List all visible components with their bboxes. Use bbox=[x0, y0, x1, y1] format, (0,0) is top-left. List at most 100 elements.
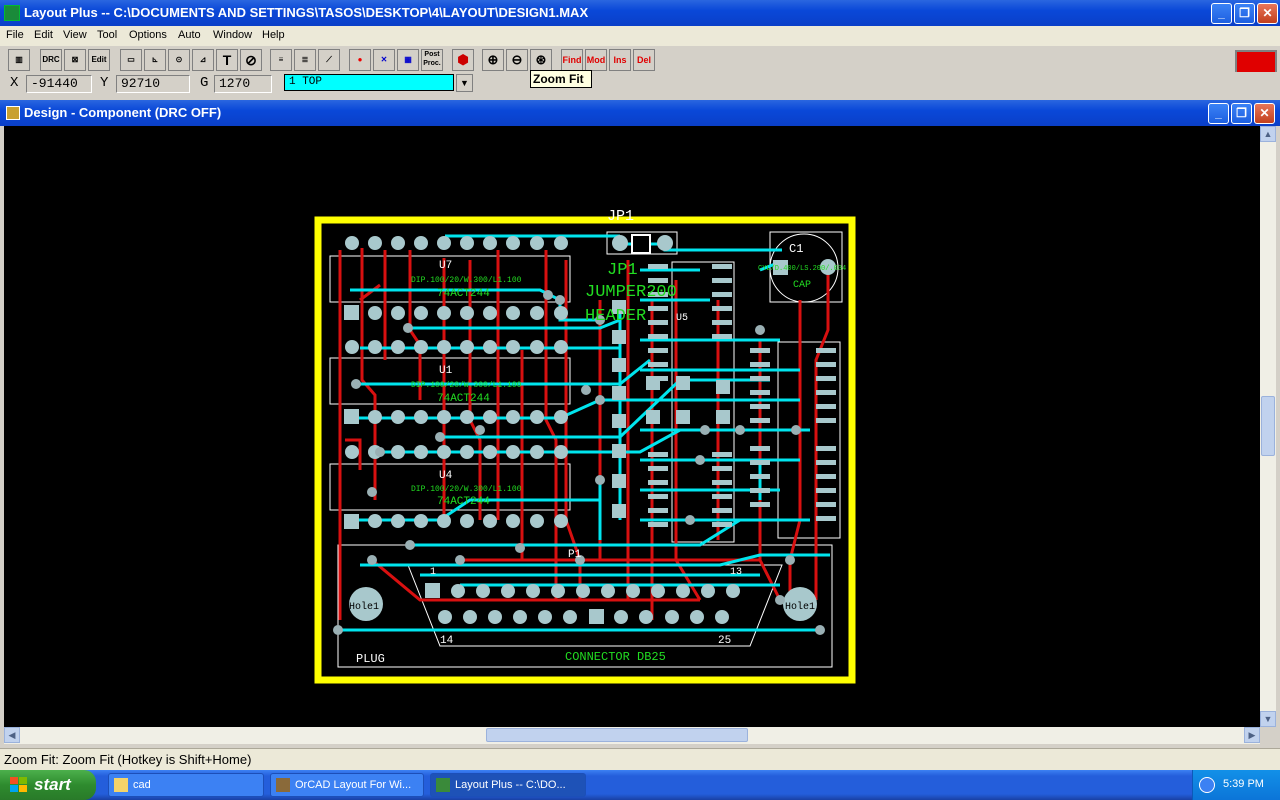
scroll-down-icon[interactable]: ▼ bbox=[1260, 711, 1276, 727]
db25-row2 bbox=[438, 609, 729, 624]
u4-part: 74ACT244 bbox=[437, 496, 490, 508]
spreadsheet-icon[interactable]: ▦ bbox=[397, 49, 419, 71]
tray-arrow-icon[interactable] bbox=[1199, 777, 1215, 793]
p1-outline bbox=[337, 544, 833, 668]
menu-options[interactable]: Options bbox=[129, 29, 167, 41]
error-tool-icon[interactable]: ⊘ bbox=[240, 49, 262, 71]
y-label: Y bbox=[100, 75, 109, 91]
taskbar-button-orcad[interactable]: OrCAD Layout For Wi... bbox=[270, 773, 424, 797]
taskbar: start cad OrCAD Layout For Wi... Layout … bbox=[0, 770, 1280, 800]
menu-bar: File Edit View Tool Options Auto Window … bbox=[0, 26, 1280, 46]
obstacle-tool-icon[interactable]: ⊙ bbox=[168, 49, 190, 71]
p1-ref: P1 bbox=[568, 549, 582, 561]
minimize-button[interactable]: _ bbox=[1211, 3, 1232, 24]
scroll-up-icon[interactable]: ▲ bbox=[1260, 126, 1276, 142]
app-title: Layout Plus -- C:\DOCUMENTS AND SETTINGS… bbox=[24, 5, 589, 20]
restore-button[interactable]: ❐ bbox=[1234, 3, 1255, 24]
status-text: Zoom Fit: Zoom Fit (Hotkey is Shift+Home… bbox=[4, 752, 252, 767]
layout-plus-icon bbox=[436, 778, 450, 792]
u7-top-row bbox=[345, 236, 568, 250]
status-bar: Zoom Fit: Zoom Fit (Hotkey is Shift+Home… bbox=[0, 748, 1280, 770]
vertical-scroll-thumb[interactable] bbox=[1261, 396, 1275, 456]
zoom-in-icon[interactable]: ⊕ bbox=[482, 49, 504, 71]
horizontal-scroll-thumb[interactable] bbox=[486, 728, 748, 742]
u4-footprint: DIP.100/20/W.300/L1.100 bbox=[411, 485, 522, 494]
taskbar-button-layout-plus[interactable]: Layout Plus -- C:\DO... bbox=[430, 773, 586, 797]
hole-right-label: Hole1 bbox=[785, 601, 815, 613]
design-canvas[interactable]: JP1 JP1 JUMPER200 HEADER C1 CYL/D.400/LS… bbox=[4, 126, 1260, 727]
menu-window[interactable]: Window bbox=[213, 29, 252, 41]
u4-bottom-row bbox=[344, 514, 568, 529]
child-restore-button[interactable]: ❐ bbox=[1231, 103, 1252, 124]
top-traces bbox=[338, 234, 830, 632]
c1-ref: C1 bbox=[789, 242, 803, 256]
design-window-title-bar[interactable]: Design - Component (DRC OFF) _ ❐ ✕ bbox=[0, 100, 1280, 126]
close-button[interactable]: ✕ bbox=[1257, 3, 1278, 24]
edit-segment-icon[interactable]: ≣ bbox=[294, 49, 316, 71]
smt-pads bbox=[612, 264, 836, 527]
u4-ref: U4 bbox=[439, 470, 453, 482]
layout-app-icon[interactable] bbox=[4, 5, 20, 21]
zoom-out-icon[interactable]: ⊖ bbox=[506, 49, 528, 71]
find-button[interactable]: Find bbox=[561, 49, 583, 71]
shove-track-icon[interactable]: ≡ bbox=[270, 49, 292, 71]
menu-auto[interactable]: Auto bbox=[178, 29, 201, 41]
mod-button[interactable]: Mod bbox=[585, 49, 607, 71]
drc-button[interactable]: DRC bbox=[40, 49, 62, 71]
post-proc-button[interactable]: Post Proc. bbox=[421, 49, 443, 71]
u7-footprint: DIP.100/20/W.300/L1.100 bbox=[411, 276, 522, 285]
edit-button[interactable]: Edit bbox=[88, 49, 110, 71]
toolbar: ▥ DRC ⊠ Edit ▭ ⊾ ⊙ ⊿ T ⊘ ≡ ≣ ⟋ ● ✕ ▦ Pos… bbox=[0, 46, 1280, 72]
y-coordinate-field: 92710 bbox=[116, 75, 190, 93]
vertical-scrollbar[interactable]: ▲ ▼ bbox=[1260, 126, 1276, 727]
online-drc-icon[interactable]: ⬢ bbox=[452, 49, 474, 71]
ins-button[interactable]: Ins bbox=[609, 49, 631, 71]
u1-footprint: DIP.100/20/W.300/L1.100 bbox=[411, 381, 522, 390]
u7-part: 74ACT244 bbox=[437, 288, 490, 300]
child-minimize-button[interactable]: _ bbox=[1208, 103, 1229, 124]
menu-tool[interactable]: Tool bbox=[97, 29, 117, 41]
app-title-bar[interactable]: Layout Plus -- C:\DOCUMENTS AND SETTINGS… bbox=[0, 0, 1280, 26]
zoom-fit-icon[interactable]: ⊛ bbox=[530, 49, 552, 71]
design-window-icon[interactable] bbox=[6, 106, 20, 120]
hole-left-label: Hole1 bbox=[349, 601, 379, 613]
pin-tool-icon[interactable]: ⊾ bbox=[144, 49, 166, 71]
u7-bottom-row bbox=[344, 305, 568, 320]
component-tool-icon[interactable]: ▭ bbox=[120, 49, 142, 71]
system-tray: 5:39 PM bbox=[1192, 770, 1280, 800]
taskbar-button-label: cad bbox=[133, 779, 151, 791]
menu-help[interactable]: Help bbox=[262, 29, 285, 41]
reconnect-icon[interactable]: ✕ bbox=[373, 49, 395, 71]
library-manager-icon[interactable]: ▥ bbox=[8, 49, 30, 71]
folder-icon bbox=[114, 778, 128, 792]
scroll-right-icon[interactable]: ▶ bbox=[1244, 727, 1260, 743]
chevron-down-icon[interactable]: ▼ bbox=[456, 74, 473, 92]
menu-file[interactable]: File bbox=[6, 29, 24, 41]
x-coordinate-field: -91440 bbox=[26, 75, 92, 93]
child-close-button[interactable]: ✕ bbox=[1254, 103, 1275, 124]
plug-label: PLUG bbox=[356, 652, 385, 666]
g-label: G bbox=[200, 75, 209, 91]
grid-field: 1270 bbox=[214, 75, 272, 93]
start-button[interactable]: start bbox=[0, 770, 96, 800]
color-rule-icon[interactable]: ● bbox=[349, 49, 371, 71]
text-tool-button[interactable]: T bbox=[216, 49, 238, 71]
coordinate-bar: X -91440 Y 92710 G 1270 bbox=[0, 72, 1280, 96]
connection-tool-icon[interactable]: ⊿ bbox=[192, 49, 214, 71]
horizontal-scrollbar[interactable]: ◀ ▶ bbox=[4, 727, 1260, 744]
u1-part: 74ACT244 bbox=[437, 393, 490, 405]
menu-edit[interactable]: Edit bbox=[34, 29, 53, 41]
add-track-icon[interactable]: ⟋ bbox=[318, 49, 340, 71]
layer-select[interactable]: 1 TOP bbox=[284, 74, 454, 91]
scroll-left-icon[interactable]: ◀ bbox=[4, 727, 20, 743]
zoom-fit-tooltip: Zoom Fit bbox=[530, 70, 592, 88]
c1-footprint: CYL/D.400/LS.200/.034 bbox=[758, 265, 846, 273]
taskbar-button-cad[interactable]: cad bbox=[108, 773, 264, 797]
start-label: start bbox=[34, 775, 71, 794]
jp1-value: JP1 bbox=[607, 261, 638, 280]
menu-view[interactable]: View bbox=[63, 29, 87, 41]
del-button[interactable]: Del bbox=[633, 49, 655, 71]
autoplace-icon[interactable]: ⊠ bbox=[64, 49, 86, 71]
jp1-ref: JP1 bbox=[607, 208, 634, 225]
u1-ref: U1 bbox=[439, 365, 453, 377]
